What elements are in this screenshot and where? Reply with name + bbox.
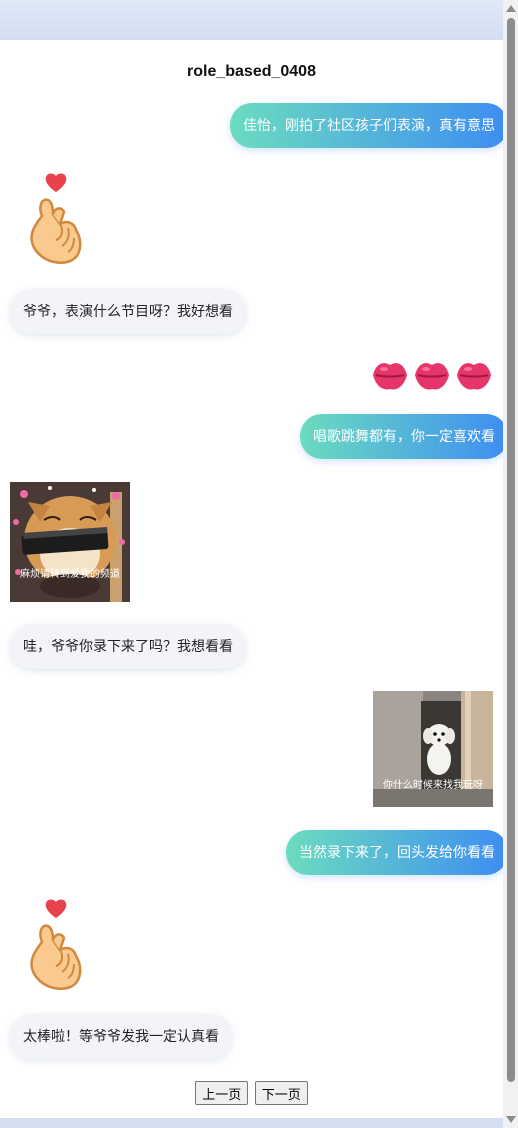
kiss-lips-icons <box>370 355 494 395</box>
message-bubble-right: 当然录下来了，回头发给你看看 <box>286 830 508 875</box>
finger-heart-icon <box>22 898 92 992</box>
shiba-dog-meme[interactable]: 麻烦请转到爱我的频道 <box>10 482 130 602</box>
message-bubble-right: 佳怡，刚拍了社区孩子们表演，真有意思 <box>230 103 508 148</box>
chat-title: role_based_0408 <box>187 63 316 80</box>
next-page-button[interactable]: 下一页 <box>254 1081 308 1105</box>
message-bubble-left: 哇，爷爷你录下来了吗？我想看看 <box>10 624 246 669</box>
vertical-scrollbar[interactable] <box>503 0 518 1128</box>
finger-heart-icon <box>22 172 92 266</box>
scroll-down-arrow-icon[interactable] <box>506 1116 516 1123</box>
puppy-door-meme[interactable]: 你什么时候来找我玩呀 <box>373 691 493 807</box>
bottom-background-band <box>0 1118 503 1128</box>
shiba-caption: 麻烦请转到爱我的频道 <box>20 567 120 580</box>
message-bubble-right: 唱歌跳舞都有，你一定喜欢看 <box>300 414 508 459</box>
scroll-up-arrow-icon[interactable] <box>506 5 516 12</box>
scrollbar-thumb[interactable] <box>507 18 515 1082</box>
prev-page-button[interactable]: 上一页 <box>195 1081 249 1105</box>
top-background-band <box>0 0 503 40</box>
puppy-caption: 你什么时候来找我玩呀 <box>383 778 483 791</box>
pagination: 上一页 下一页 <box>0 1081 503 1105</box>
message-bubble-left: 太棒啦！等爷爷发我一定认真看 <box>10 1014 232 1059</box>
message-bubble-left: 爷爷，表演什么节目呀？我好想看 <box>10 289 246 334</box>
